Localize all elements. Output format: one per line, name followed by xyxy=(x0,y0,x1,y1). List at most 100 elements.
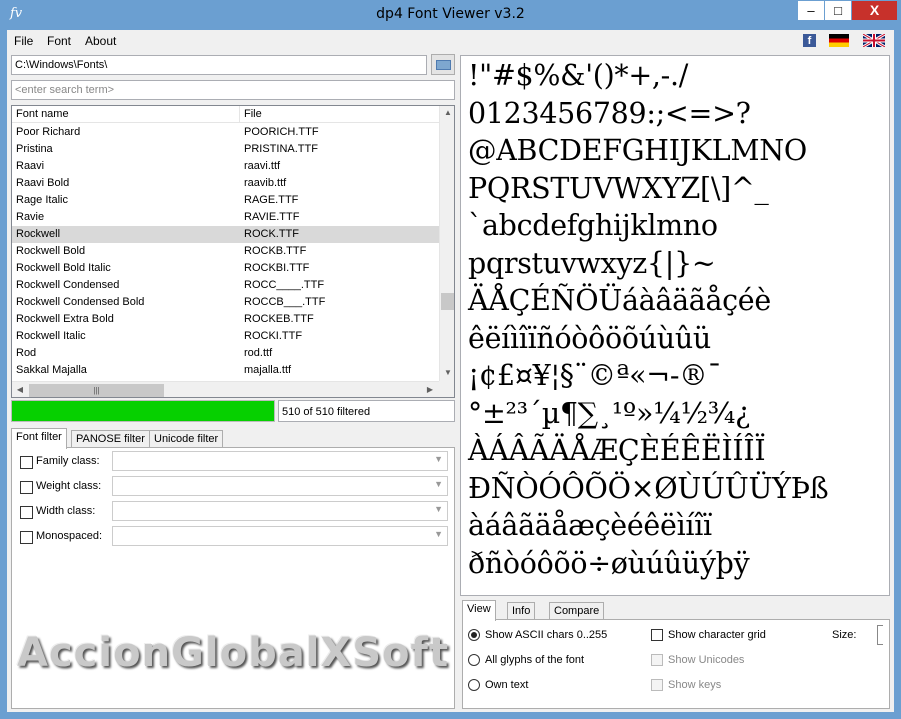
facebook-icon[interactable]: f xyxy=(803,34,816,47)
tab-info[interactable]: Info xyxy=(507,602,536,620)
file-cell: PRISTINA.TTF xyxy=(244,143,318,155)
checkbox xyxy=(651,654,663,666)
file-cell: ROCKB.TTF xyxy=(244,245,307,257)
table-row[interactable]: Rage Italic RAGE.TTF xyxy=(12,192,439,209)
radio-label: All glyphs of the font xyxy=(485,654,585,666)
scroll-down-arrow-icon[interactable]: ▼ xyxy=(440,368,454,377)
table-row[interactable]: Rockwell Extra Bold ROCKEB.TTF xyxy=(12,311,439,328)
monospaced-checkbox[interactable] xyxy=(20,531,33,544)
file-cell: ROCKEB.TTF xyxy=(244,313,314,325)
table-row[interactable]: Sakkal Majalla majalla.ttf xyxy=(12,362,439,379)
family-class-dropdown[interactable]: ▼ xyxy=(112,451,448,471)
scroll-up-arrow-icon[interactable]: ▲ xyxy=(440,108,454,117)
weight-class-checkbox[interactable] xyxy=(20,481,33,494)
font-name-cell: Rockwell Condensed xyxy=(16,279,120,291)
font-name-cell: Rockwell Bold xyxy=(16,245,86,257)
client-area: File Font About f C:\Windows\Fonts\ <ent… xyxy=(7,30,894,712)
title-bar: fv dp4 Font Viewer v3.2 – □ X xyxy=(0,0,901,30)
file-cell: ROCC____.TTF xyxy=(244,279,325,291)
preview-line: ¡¢£¤¥¦§¨©ª«¬-®¯ xyxy=(468,359,722,392)
font-name-cell: Rockwell Condensed Bold xyxy=(16,296,145,308)
left-pane: C:\Windows\Fonts\ <enter search term> Fo… xyxy=(7,52,457,712)
monospaced-dropdown[interactable]: ▼ xyxy=(112,526,448,546)
font-name-cell: Rockwell Italic xyxy=(16,330,86,342)
width-class-checkbox[interactable] xyxy=(20,506,33,519)
radio-label: Own text xyxy=(485,679,529,691)
table-row[interactable]: Ravie RAVIE.TTF xyxy=(12,209,439,226)
filter-count: 510 of 510 filtered xyxy=(278,400,455,422)
column-header-font-name[interactable]: Font name xyxy=(16,108,69,120)
width-class-dropdown[interactable]: ▼ xyxy=(112,501,448,521)
scroll-right-arrow-icon[interactable]: ▶ xyxy=(422,385,438,394)
checkbox[interactable] xyxy=(651,629,663,641)
file-cell: RAGE.TTF xyxy=(244,194,299,206)
hscroll-thumb[interactable]: ||| xyxy=(29,384,164,397)
menu-file[interactable]: File xyxy=(14,34,33,48)
weight-class-label: Weight class: xyxy=(36,480,102,492)
minimize-button[interactable]: – xyxy=(797,0,825,21)
path-field[interactable]: C:\Windows\Fonts\ xyxy=(11,55,427,75)
scroll-left-arrow-icon[interactable]: ◀ xyxy=(12,385,28,394)
close-button[interactable]: X xyxy=(851,0,898,21)
table-row[interactable]: Rockwell Condensed Bold ROCCB___.TTF xyxy=(12,294,439,311)
table-row[interactable]: Raavi Bold raavib.ttf xyxy=(12,175,439,192)
browse-folder-button[interactable] xyxy=(431,54,455,75)
horizontal-scrollbar[interactable]: ◀ ||| ▶ xyxy=(12,381,439,397)
menu-about[interactable]: About xyxy=(85,34,116,48)
size-input[interactable] xyxy=(877,625,883,645)
window-title: dp4 Font Viewer v3.2 xyxy=(376,6,525,22)
checkbox-label: Show Unicodes xyxy=(668,654,745,666)
search-input[interactable]: <enter search term> xyxy=(11,80,455,100)
uk-flag-icon[interactable] xyxy=(863,34,885,47)
table-row[interactable]: Rockwell Bold Italic ROCKBI.TTF xyxy=(12,260,439,277)
tab-font-filter[interactable]: Font filter xyxy=(11,428,67,449)
table-row[interactable]: Rockwell Condensed ROCC____.TTF xyxy=(12,277,439,294)
preview-line: pqrstuvwxyz{|}~ xyxy=(468,246,716,280)
file-cell: ROCK.TTF xyxy=(244,228,299,240)
font-name-cell: Poor Richard xyxy=(16,126,81,138)
tab-panose-filter[interactable]: PANOSE filter xyxy=(71,430,150,448)
german-flag-icon[interactable] xyxy=(829,34,849,47)
radio-button[interactable] xyxy=(468,654,480,666)
font-name-cell: Rockwell Bold Italic xyxy=(16,262,111,274)
family-class-checkbox[interactable] xyxy=(20,456,33,469)
column-header-file[interactable]: File xyxy=(244,108,262,120)
chevron-down-icon: ▼ xyxy=(434,504,443,514)
table-row[interactable]: Rod rod.ttf xyxy=(12,345,439,362)
table-row[interactable]: Raavi raavi.ttf xyxy=(12,158,439,175)
preview-line: !"#$%&'()*+,-./ xyxy=(468,59,689,92)
view-panel: Show ASCII chars 0..255 All glyphs of th… xyxy=(462,619,890,709)
checkbox xyxy=(651,679,663,691)
tab-unicode-filter[interactable]: Unicode filter xyxy=(149,430,224,448)
monospaced-label: Monospaced: xyxy=(36,530,103,542)
table-row[interactable]: Rockwell Bold ROCKB.TTF xyxy=(12,243,439,260)
menu-font[interactable]: Font xyxy=(47,34,71,48)
table-row[interactable]: Poor Richard POORICH.TTF xyxy=(12,124,439,141)
file-cell: majalla.ttf xyxy=(244,364,292,376)
radio-button[interactable] xyxy=(468,679,480,691)
file-cell: ROCKBI.TTF xyxy=(244,262,310,274)
weight-class-dropdown[interactable]: ▼ xyxy=(112,476,448,496)
vertical-scrollbar[interactable]: ▲ ▼ xyxy=(439,106,454,381)
tab-compare[interactable]: Compare xyxy=(549,602,605,620)
font-name-cell: Ravie xyxy=(16,211,45,223)
preview-line: ÐÑÒÓÔÕÖ×ØÙÚÛÜÝÞß xyxy=(468,471,829,505)
glyph-preview: !"#$%&'()*+,-./ 0123456789:;<=>? @ABCDEFGH… xyxy=(460,55,890,596)
menu-bar: File Font About f xyxy=(7,30,894,52)
table-row[interactable]: Pristina PRISTINA.TTF xyxy=(12,141,439,158)
family-class-label: Family class: xyxy=(36,455,100,467)
table-row[interactable]: Rockwell Italic ROCKI.TTF xyxy=(12,328,439,345)
preview-line: 0123456789:;<=>? xyxy=(468,96,751,130)
view-options-pane: View Info Compare Show ASCII chars 0..25… xyxy=(460,599,890,712)
maximize-button[interactable]: □ xyxy=(824,0,852,21)
tab-view[interactable]: View xyxy=(462,600,496,621)
preview-line: @ABCDEFGHIJKLMNO xyxy=(468,134,807,167)
radio-button[interactable] xyxy=(468,629,480,641)
font-name-cell: Sakkal Majalla xyxy=(16,364,87,376)
radio-label: Show ASCII chars 0..255 xyxy=(485,629,608,641)
table-row[interactable]: Rockwell ROCK.TTF xyxy=(12,226,439,243)
file-cell: raavi.ttf xyxy=(244,160,281,172)
progress-bar xyxy=(11,400,275,422)
scroll-thumb[interactable] xyxy=(441,293,454,310)
checkbox-label: Show character grid xyxy=(668,629,766,641)
